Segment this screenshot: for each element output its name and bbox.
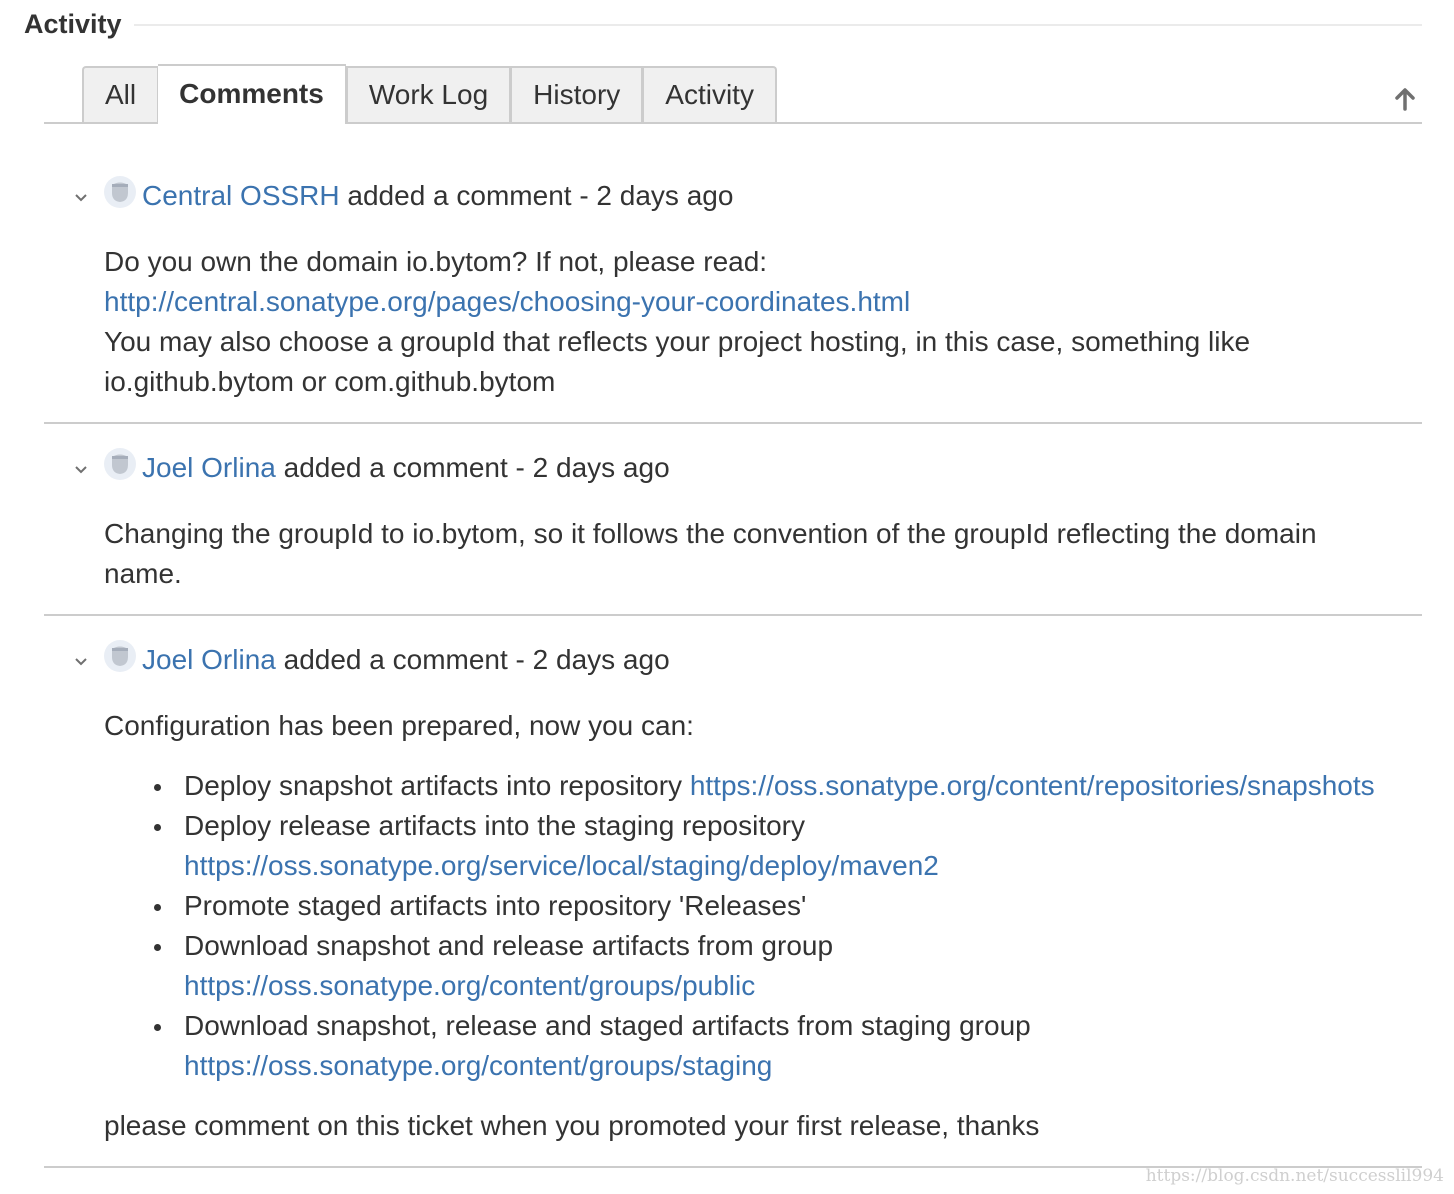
tab-comments[interactable]: Comments bbox=[158, 64, 346, 124]
list-item: Download snapshot, release and staged ar… bbox=[154, 1006, 1404, 1086]
list-item: Deploy release artifacts into the stagin… bbox=[154, 806, 1404, 886]
scroll-to-top-button[interactable] bbox=[1390, 84, 1420, 114]
tab-work-log[interactable]: Work Log bbox=[345, 66, 511, 122]
default-user-icon bbox=[112, 454, 128, 474]
tab-list: All Comments Work Log History Activity bbox=[82, 64, 777, 124]
chevron-down-icon[interactable] bbox=[72, 188, 90, 206]
activity-tabs-bar: All Comments Work Log History Activity bbox=[44, 64, 1422, 124]
comment-meta: added a comment - 2 days ago bbox=[275, 452, 670, 483]
chevron-down-icon[interactable] bbox=[72, 460, 90, 478]
chevron-down-icon[interactable] bbox=[72, 652, 90, 670]
comment-author-link[interactable]: Joel Orlina bbox=[142, 452, 276, 483]
repository-link[interactable]: https://oss.sonatype.org/content/reposit… bbox=[690, 770, 1375, 801]
comment-author-link[interactable]: Central OSSRH bbox=[142, 180, 340, 211]
comment-header: Central OSSRH added a comment - 2 days a… bbox=[142, 176, 733, 216]
comment-link[interactable]: http://central.sonatype.org/pages/choosi… bbox=[104, 286, 910, 317]
comment-body: Configuration has been prepared, now you… bbox=[104, 706, 1404, 1146]
watermark: https://blog.csdn.net/successlil994 bbox=[1145, 1166, 1444, 1186]
comment-meta: added a comment - 2 days ago bbox=[275, 644, 670, 675]
comment-item: Central OSSRH added a comment - 2 days a… bbox=[44, 176, 1422, 424]
comment-text: name. bbox=[104, 558, 182, 589]
avatar[interactable] bbox=[104, 176, 136, 208]
comment-header: Joel Orlina added a comment - 2 days ago bbox=[142, 448, 670, 488]
comment-text: Configuration has been prepared, now you… bbox=[104, 710, 694, 741]
default-user-icon bbox=[112, 182, 128, 202]
repository-link[interactable]: https://oss.sonatype.org/content/groups/… bbox=[184, 970, 755, 1001]
comment-author-link[interactable]: Joel Orlina bbox=[142, 644, 276, 675]
comment-body: Do you own the domain io.bytom? If not, … bbox=[104, 242, 1404, 402]
arrow-up-icon bbox=[1395, 88, 1415, 111]
repository-link[interactable]: https://oss.sonatype.org/service/local/s… bbox=[184, 850, 939, 881]
tab-all[interactable]: All bbox=[82, 66, 159, 122]
comment-text: please comment on this ticket when you p… bbox=[104, 1110, 1040, 1141]
comment-text: You may also choose a groupId that refle… bbox=[104, 326, 1251, 357]
list-item: Download snapshot and release artifacts … bbox=[154, 926, 1404, 1006]
comment-text: Do you own the domain io.bytom? If not, … bbox=[104, 246, 768, 277]
comment-body: Changing the groupId to io.bytom, so it … bbox=[104, 514, 1404, 594]
instruction-list: Deploy snapshot artifacts into repositor… bbox=[104, 766, 1404, 1086]
comment-text: Changing the groupId to io.bytom, so it … bbox=[104, 518, 1317, 549]
header-divider bbox=[133, 24, 1422, 26]
list-item: Promote staged artifacts into repository… bbox=[154, 886, 1404, 926]
list-item: Deploy snapshot artifacts into repositor… bbox=[154, 766, 1404, 806]
comment-text: io.github.bytom or com.github.bytom bbox=[104, 366, 556, 397]
repository-link[interactable]: https://oss.sonatype.org/content/groups/… bbox=[184, 1050, 772, 1081]
comment-header: Joel Orlina added a comment - 2 days ago bbox=[142, 640, 670, 680]
default-user-icon bbox=[112, 646, 128, 666]
avatar[interactable] bbox=[104, 640, 136, 672]
avatar[interactable] bbox=[104, 448, 136, 480]
comment-item: Joel Orlina added a comment - 2 days ago… bbox=[44, 448, 1422, 616]
module-title: Activity bbox=[24, 8, 122, 39]
activity-module-header: Activity bbox=[24, 4, 1422, 44]
tab-history[interactable]: History bbox=[510, 66, 643, 122]
tab-activity[interactable]: Activity bbox=[642, 66, 777, 122]
comment-meta: added a comment - 2 days ago bbox=[339, 180, 734, 211]
comment-item: Joel Orlina added a comment - 2 days ago… bbox=[44, 640, 1422, 1168]
